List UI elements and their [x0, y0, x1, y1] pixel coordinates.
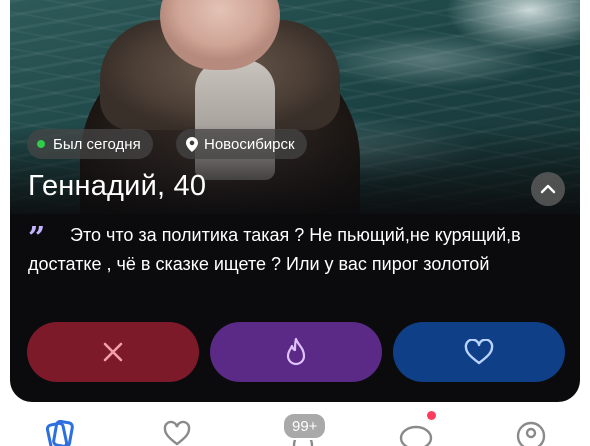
tab-likes[interactable] — [157, 416, 197, 446]
tab-profile[interactable] — [511, 416, 551, 446]
dislike-button[interactable] — [27, 322, 199, 382]
profile-card[interactable]: Был сегодня Новосибирск Геннадий, 40 ” Э… — [10, 0, 580, 402]
location-pin-icon — [186, 136, 198, 152]
cards-icon — [45, 419, 74, 446]
profile-photo[interactable]: Был сегодня Новосибирск Геннадий, 40 — [10, 0, 580, 214]
tab-chat[interactable] — [396, 416, 436, 446]
profile-bio: Это что за политика такая ? Не пьющий,не… — [28, 225, 521, 274]
online-dot-icon — [37, 140, 45, 148]
like-button[interactable] — [393, 322, 565, 382]
profile-name-age: Геннадий, 40 — [28, 170, 207, 202]
chat-notification-dot — [427, 411, 436, 420]
close-icon — [103, 342, 123, 362]
chat-icon — [399, 425, 433, 446]
heart-icon — [464, 339, 494, 365]
likes-icon — [163, 420, 191, 446]
flame-icon — [286, 337, 306, 366]
city-tag: Новосибирск — [176, 129, 307, 159]
matches-count-badge: 99+ — [282, 412, 328, 440]
expand-profile-button[interactable] — [531, 172, 565, 206]
city-label: Новосибирск — [204, 135, 295, 153]
chevron-up-icon — [540, 184, 556, 194]
last-seen-tag: Был сегодня — [27, 129, 153, 159]
profile-icon — [516, 421, 546, 446]
tab-cards[interactable] — [38, 416, 78, 446]
last-seen-label: Был сегодня — [53, 135, 141, 153]
superlike-button[interactable] — [210, 322, 382, 382]
